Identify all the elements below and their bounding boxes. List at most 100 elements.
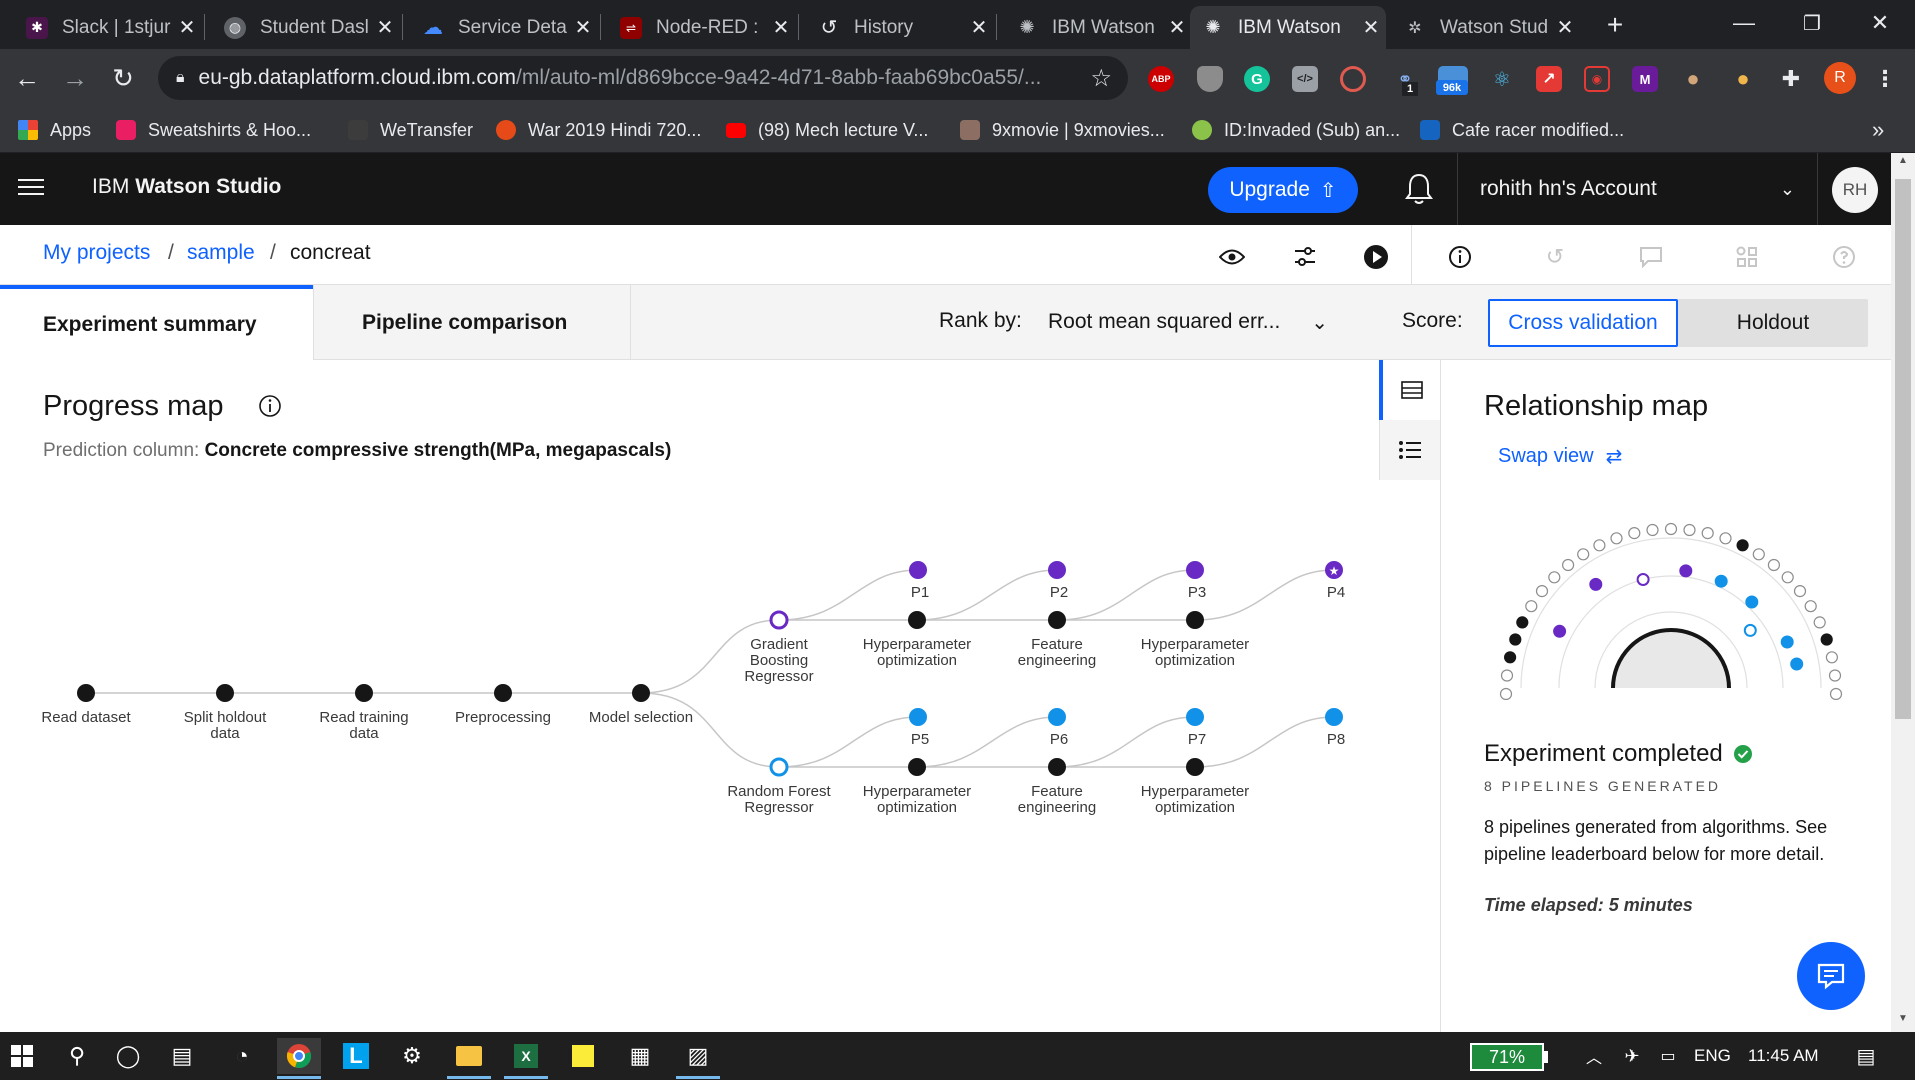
grammarly-icon[interactable]: G xyxy=(1244,66,1270,92)
bookmark-apps[interactable]: Apps xyxy=(18,117,91,143)
bookmark-mech-lecture[interactable]: (98) Mech lecture V... xyxy=(726,117,928,143)
task-view-icon[interactable]: ▤ xyxy=(160,1038,204,1074)
score-cross-validation-button[interactable]: Cross validation xyxy=(1488,299,1678,347)
windows-start-icon[interactable] xyxy=(0,1038,44,1074)
comment-icon[interactable] xyxy=(1637,243,1665,271)
breadcrumb-my-projects[interactable]: My projects xyxy=(43,241,150,265)
scrollbar-thumb[interactable] xyxy=(1895,179,1911,719)
cookie-icon[interactable]: ● xyxy=(1680,66,1706,92)
app-brand[interactable]: IBM Watson Studio xyxy=(92,175,281,199)
scroll-down-arrow-icon[interactable]: ▼ xyxy=(1894,1013,1912,1029)
m-extension-icon[interactable]: M xyxy=(1632,66,1658,92)
tab-pipeline-comparison[interactable]: Pipeline comparison xyxy=(313,285,631,360)
bookmark-star-icon[interactable]: ☆ xyxy=(1090,64,1112,93)
photos-icon[interactable]: ▨ xyxy=(676,1038,720,1074)
bookmarks-overflow-button[interactable]: » xyxy=(1872,117,1884,143)
relationship-feature-dot xyxy=(1628,527,1641,540)
screenshot-extension-icon[interactable]: ◉ xyxy=(1584,66,1610,92)
browser-tab-student-dashboard[interactable]: ◍ Student Dasl ✕ xyxy=(212,6,400,49)
steam-icon[interactable]: ⚙ xyxy=(390,1038,434,1074)
shield-extension-icon[interactable] xyxy=(1197,66,1223,92)
account-switcher[interactable]: rohith hn's Account ⌄ xyxy=(1457,153,1817,225)
close-tab-icon[interactable]: ✕ xyxy=(370,15,400,40)
adblock-plus-icon[interactable]: ABP xyxy=(1148,66,1174,92)
grid-icon[interactable] xyxy=(1733,243,1761,271)
close-tab-icon[interactable]: ✕ xyxy=(964,15,994,40)
bookmark-sweatshirts[interactable]: Sweatshirts & Hoo... xyxy=(116,117,311,143)
tab-experiment-summary[interactable]: Experiment summary xyxy=(0,285,313,360)
profile-avatar-icon[interactable]: R xyxy=(1824,62,1856,94)
file-explorer-icon[interactable] xyxy=(447,1038,491,1074)
run-play-icon[interactable] xyxy=(1362,243,1390,271)
sticky-notes-icon[interactable] xyxy=(561,1038,605,1074)
address-bar[interactable]: 🔒︎ eu-gb.dataplatform.cloud.ibm.com /ml/… xyxy=(158,56,1128,100)
browser-tab-watson-studio[interactable]: ✲ Watson Stud ✕ xyxy=(1392,6,1580,49)
back-button[interactable]: ← xyxy=(8,59,46,97)
code-extension-icon[interactable]: </> xyxy=(1292,66,1318,92)
history-icon[interactable]: ↺ xyxy=(1541,243,1569,271)
close-tab-icon[interactable]: ✕ xyxy=(1162,15,1192,40)
help-icon[interactable] xyxy=(1830,243,1858,271)
extensions-puzzle-icon[interactable]: ✚ xyxy=(1778,66,1804,92)
forward-button[interactable]: → xyxy=(56,59,94,97)
cortana-icon[interactable]: ◯ xyxy=(106,1038,150,1074)
close-tab-icon[interactable]: ✕ xyxy=(172,15,202,40)
rank-by-dropdown[interactable]: Root mean squared err... ⌄ xyxy=(1048,303,1328,341)
browser-tab-ibm-watson[interactable]: ✺ IBM Watson ✕ xyxy=(1004,6,1192,49)
score-holdout-button[interactable]: Holdout xyxy=(1678,299,1868,347)
battery-indicator[interactable]: 71% xyxy=(1470,1043,1544,1071)
breadcrumb-sample[interactable]: sample xyxy=(187,241,255,265)
atom-extension-icon[interactable]: ⚛ xyxy=(1489,66,1515,92)
browser-tab-slack[interactable]: ✱ Slack | 1stjur ✕ xyxy=(14,6,202,49)
restore-window-button[interactable]: ❐ xyxy=(1778,0,1846,46)
user-avatar[interactable]: RH xyxy=(1832,167,1878,213)
bookmark-war-2019[interactable]: War 2019 Hindi 720... xyxy=(496,117,701,143)
l-app-icon[interactable]: L xyxy=(334,1038,378,1074)
new-tab-button[interactable]: + xyxy=(1598,8,1632,42)
notifications-icon[interactable]: ▤ xyxy=(1844,1038,1888,1074)
list-view-button[interactable] xyxy=(1379,360,1440,420)
language-indicator[interactable]: ENG xyxy=(1694,1046,1731,1066)
clock-app-icon[interactable]: ◔ xyxy=(220,1038,264,1074)
page-scrollbar[interactable]: ▲ ▼ xyxy=(1891,153,1915,1032)
info-icon[interactable] xyxy=(258,394,282,418)
chrome-taskbar-icon[interactable] xyxy=(277,1038,321,1074)
detail-list-view-button[interactable] xyxy=(1379,420,1440,480)
search-icon[interactable]: ⚲ xyxy=(55,1038,99,1074)
close-tab-icon[interactable]: ✕ xyxy=(1550,15,1580,40)
minimize-window-button[interactable]: — xyxy=(1710,0,1778,46)
close-tab-icon[interactable]: ✕ xyxy=(766,15,796,40)
relationship-feature-dot xyxy=(1736,539,1749,552)
settings-sliders-icon[interactable] xyxy=(1291,243,1319,271)
stage-node xyxy=(355,684,373,702)
system-clock[interactable]: 11:45 AM xyxy=(1748,1046,1819,1066)
bookmark-wetransfer[interactable]: WeTransfer xyxy=(348,117,473,143)
arrow-extension-icon[interactable]: ↗ xyxy=(1536,66,1562,92)
browser-tab-node-red[interactable]: ⇌ Node-RED : ✕ xyxy=(608,6,796,49)
browser-tab-ibm-watson-active[interactable]: ✺ IBM Watson ✕ xyxy=(1190,6,1386,49)
reload-button[interactable]: ↻ xyxy=(104,59,142,97)
calculator-icon[interactable]: ▦ xyxy=(618,1038,662,1074)
bookmark-cafe-racer[interactable]: Cafe racer modified... xyxy=(1420,117,1624,143)
chat-button[interactable] xyxy=(1797,942,1865,1010)
chrome-menu-icon[interactable]: ⋮ xyxy=(1872,66,1898,92)
notification-bell-icon[interactable] xyxy=(1402,171,1436,207)
swap-view-button[interactable]: Swap view ⇄ xyxy=(1498,444,1622,469)
browser-tab-history[interactable]: ↺ History ✕ xyxy=(806,6,994,49)
battery-icon[interactable]: ▭ xyxy=(1646,1038,1690,1074)
relationship-feature-dot xyxy=(1509,633,1522,646)
spiral-extension-icon[interactable] xyxy=(1340,66,1366,92)
bookmark-9xmovie[interactable]: 9xmovie | 9xmovies... xyxy=(960,117,1165,143)
cookie-editor-icon[interactable]: ● xyxy=(1730,66,1756,92)
browser-tab-service-details[interactable]: ☁ Service Deta ✕ xyxy=(410,6,598,49)
close-tab-icon[interactable]: ✕ xyxy=(1356,15,1386,40)
close-tab-icon[interactable]: ✕ xyxy=(568,15,598,40)
bookmark-id-invaded[interactable]: ID:Invaded (Sub) an... xyxy=(1192,117,1400,143)
excel-icon[interactable]: X xyxy=(504,1038,548,1074)
upgrade-button[interactable]: Upgrade ⇧ xyxy=(1208,167,1358,213)
info-icon[interactable] xyxy=(1446,243,1474,271)
close-window-button[interactable]: ✕ xyxy=(1846,0,1914,46)
hamburger-menu-icon[interactable] xyxy=(18,177,44,199)
eye-icon[interactable] xyxy=(1218,243,1246,271)
scroll-up-arrow-icon[interactable]: ▲ xyxy=(1894,155,1912,171)
